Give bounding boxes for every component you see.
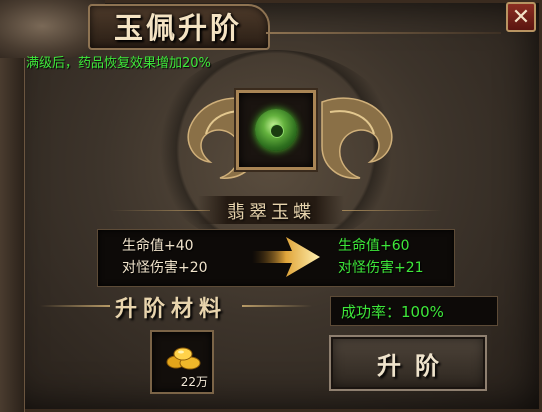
current-stat-hp: 生命值+40 (122, 238, 194, 254)
success-rate: 成功率：100% (341, 303, 444, 321)
material-slot[interactable]: 22万 (150, 330, 214, 394)
materials-title: 升阶材料 (115, 296, 228, 322)
item-name: 翡翠玉蝶 (227, 202, 315, 223)
name-divider-left (110, 210, 210, 211)
arrow-right-icon (252, 237, 320, 277)
material-quantity: 22万 (180, 375, 208, 389)
current-stat-damage: 对怪伤害+20 (122, 260, 208, 276)
dragon-border-decoration (0, 0, 25, 412)
item-slot[interactable] (236, 90, 316, 170)
materials-divider-right (242, 305, 312, 307)
materials-divider-left (40, 305, 110, 307)
upgrade-button[interactable]: 升阶 (329, 335, 487, 391)
title-divider (266, 32, 501, 34)
jade-disc-icon (255, 109, 297, 151)
close-button[interactable]: ✕ (506, 2, 536, 32)
item-name-plate: 翡翠玉蝶 (198, 196, 344, 224)
success-rate-box: 成功率：100% (330, 296, 498, 326)
upgrade-button-label: 升阶 (377, 350, 453, 380)
max-level-notice: 满级后，药品恢复效果增加20% (26, 56, 211, 71)
next-stat-damage: 对怪伤害+21 (338, 260, 424, 276)
name-divider-right (342, 210, 442, 211)
right-wing-ornament (321, 97, 393, 179)
window-title: 玉佩升阶 (114, 11, 243, 45)
gold-pile-icon (166, 347, 201, 370)
next-stat-hp: 生命值+60 (338, 238, 410, 254)
